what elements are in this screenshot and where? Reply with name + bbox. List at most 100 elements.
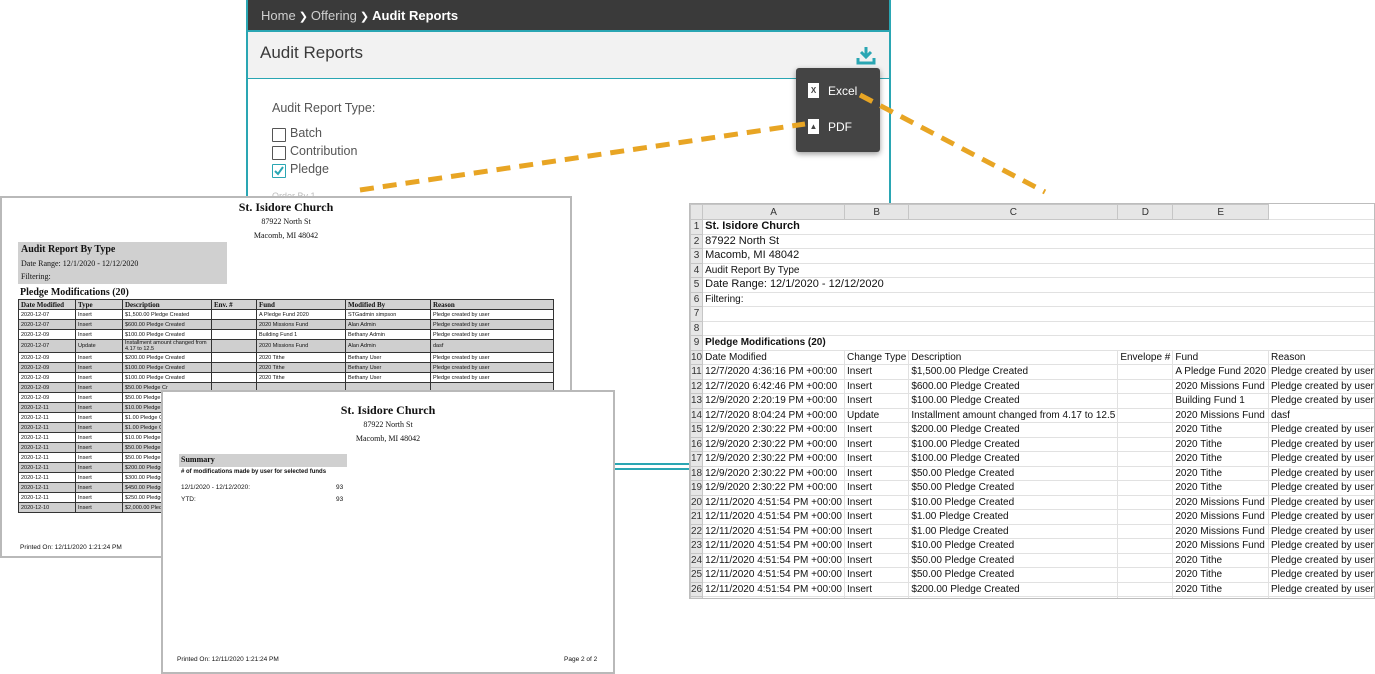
sheet-cell[interactable]: 12/7/2020 4:36:16 PM +00:00: [702, 364, 845, 380]
sheet-cell[interactable]: Pledge created by user: [1268, 538, 1374, 554]
sheet-cell[interactable]: Pledge created by user: [1268, 364, 1374, 380]
sheet-cell[interactable]: 12/7/2020 8:04:24 PM +00:00: [702, 407, 845, 423]
column-header[interactable]: D: [1117, 204, 1174, 220]
sheet-cell[interactable]: [1117, 596, 1174, 598]
sheet-cell[interactable]: Fund: [1172, 349, 1270, 365]
sheet-cell[interactable]: Insert: [843, 596, 910, 598]
sheet-cell[interactable]: $10.00 Pledge Created: [908, 494, 1119, 510]
sheet-cell[interactable]: 12/11/2020 4:51:54 PM +00:00: [702, 494, 845, 510]
sheet-cell[interactable]: Pledge created by user: [1268, 436, 1374, 452]
row-number[interactable]: 22: [690, 523, 704, 539]
sheet-cell[interactable]: $1,500.00 Pledge Created: [908, 364, 1119, 380]
sheet-cell[interactable]: [1117, 422, 1174, 438]
sheet-cell[interactable]: Date Range: 12/1/2020 - 12/12/2020: [702, 277, 1374, 293]
sheet-cell[interactable]: [1117, 393, 1174, 409]
sheet-cell[interactable]: Insert: [843, 393, 910, 409]
row-number[interactable]: 27: [690, 596, 704, 598]
sheet-cell[interactable]: $50.00 Pledge Created: [908, 552, 1119, 568]
sheet-cell[interactable]: 2020 Missions Fund: [1172, 596, 1270, 598]
row-number[interactable]: 15: [690, 422, 704, 438]
sheet-cell[interactable]: 12/7/2020 6:42:46 PM +00:00: [702, 378, 845, 394]
sheet-cell[interactable]: Pledge created by user: [1268, 581, 1374, 597]
sheet-cell[interactable]: Audit Report By Type: [702, 262, 1374, 278]
sheet-cell[interactable]: 2020 Tithe: [1172, 436, 1270, 452]
sheet-cell[interactable]: Pledge created by user: [1268, 378, 1374, 394]
row-number[interactable]: 17: [690, 451, 704, 467]
row-number[interactable]: 8: [690, 320, 704, 336]
sheet-cell[interactable]: $50.00 Pledge Created: [908, 567, 1119, 583]
sheet-cell[interactable]: Insert: [843, 364, 910, 380]
sheet-cell[interactable]: $100.00 Pledge Created: [908, 393, 1119, 409]
column-header[interactable]: E: [1172, 204, 1270, 220]
sheet-cell[interactable]: $300.00 Pledge Created: [908, 596, 1119, 598]
row-number[interactable]: 10: [690, 349, 704, 365]
sheet-cell[interactable]: [1117, 378, 1174, 394]
sheet-cell[interactable]: 12/9/2020 2:20:19 PM +00:00: [702, 393, 845, 409]
sheet-cell[interactable]: Insert: [843, 465, 910, 481]
sheet-cell[interactable]: Insert: [843, 436, 910, 452]
sheet-cell[interactable]: Insert: [843, 509, 910, 525]
sheet-cell[interactable]: [702, 306, 1374, 322]
sheet-cell[interactable]: [1117, 538, 1174, 554]
sheet-cell[interactable]: 12/11/2020 4:51:54 PM +00:00: [702, 552, 845, 568]
row-number[interactable]: 24: [690, 552, 704, 568]
sheet-cell[interactable]: 2020 Tithe: [1172, 465, 1270, 481]
sheet-cell[interactable]: $10.00 Pledge Created: [908, 538, 1119, 554]
sheet-cell[interactable]: Macomb, MI 48042: [702, 248, 1374, 264]
sheet-cell[interactable]: $200.00 Pledge Created: [908, 422, 1119, 438]
sheet-cell[interactable]: $50.00 Pledge Created: [908, 480, 1119, 496]
sheet-cell[interactable]: 2020 Missions Fund: [1172, 494, 1270, 510]
sheet-cell[interactable]: 2020 Missions Fund: [1172, 538, 1270, 554]
sheet-cell[interactable]: Envelope #: [1117, 349, 1174, 365]
sheet-cell[interactable]: [1117, 509, 1174, 525]
sheet-cell[interactable]: 12/9/2020 2:30:22 PM +00:00: [702, 422, 845, 438]
sheet-cell[interactable]: $100.00 Pledge Created: [908, 436, 1119, 452]
row-number[interactable]: 6: [690, 291, 704, 307]
row-number[interactable]: 26: [690, 581, 704, 597]
row-number[interactable]: 11: [690, 364, 704, 380]
sheet-cell[interactable]: [1117, 523, 1174, 539]
sheet-cell[interactable]: [1117, 567, 1174, 583]
contribution-checkbox[interactable]: [272, 146, 286, 160]
sheet-cell[interactable]: Pledge created by user: [1268, 509, 1374, 525]
sheet-cell[interactable]: [1117, 581, 1174, 597]
sheet-cell[interactable]: St. Isidore Church: [702, 219, 1374, 235]
sheet-cell[interactable]: Insert: [843, 523, 910, 539]
sheet-cell[interactable]: $1.00 Pledge Created: [908, 509, 1119, 525]
sheet-cell[interactable]: Insert: [843, 581, 910, 597]
row-number[interactable]: 14: [690, 407, 704, 423]
sheet-cell[interactable]: Reason: [1268, 349, 1374, 365]
row-number[interactable]: 19: [690, 480, 704, 496]
sheet-cell[interactable]: Insert: [843, 567, 910, 583]
sheet-cell[interactable]: Insert: [843, 480, 910, 496]
sheet-cell[interactable]: 2020 Missions Fund: [1172, 523, 1270, 539]
sheet-cell[interactable]: [1117, 480, 1174, 496]
sheet-cell[interactable]: 12/11/2020 4:51:54 PM +00:00: [702, 596, 845, 598]
sheet-cell[interactable]: 12/9/2020 2:30:22 PM +00:00: [702, 465, 845, 481]
sheet-cell[interactable]: Pledge created by user: [1268, 451, 1374, 467]
sheet-cell[interactable]: Filtering:: [702, 291, 1374, 307]
sheet-cell[interactable]: 2020 Tithe: [1172, 567, 1270, 583]
sheet-cell[interactable]: Installment amount changed from 4.17 to …: [908, 407, 1119, 423]
row-number[interactable]: 5: [690, 277, 704, 293]
row-number[interactable]: 1: [690, 219, 704, 235]
sheet-cell[interactable]: 2020 Tithe: [1172, 422, 1270, 438]
sheet-cell[interactable]: Building Fund 1: [1172, 393, 1270, 409]
row-number[interactable]: 16: [690, 436, 704, 452]
breadcrumb-home[interactable]: Home: [261, 8, 296, 23]
sheet-cell[interactable]: 12/11/2020 4:51:54 PM +00:00: [702, 567, 845, 583]
sheet-cell[interactable]: Insert: [843, 422, 910, 438]
row-number[interactable]: 18: [690, 465, 704, 481]
row-number[interactable]: 7: [690, 306, 704, 322]
row-number[interactable]: 25: [690, 567, 704, 583]
sheet-cell[interactable]: Pledge created by user: [1268, 393, 1374, 409]
sheet-cell[interactable]: [1117, 451, 1174, 467]
batch-checkbox[interactable]: [272, 128, 286, 142]
sheet-cell[interactable]: A Pledge Fund 2020: [1172, 364, 1270, 380]
sheet-cell[interactable]: 2020 Missions Fund: [1172, 407, 1270, 423]
row-number[interactable]: 4: [690, 262, 704, 278]
sheet-cell[interactable]: Insert: [843, 538, 910, 554]
sheet-cell[interactable]: Pledge created by user: [1268, 465, 1374, 481]
sheet-cell[interactable]: Description: [908, 349, 1119, 365]
sheet-cell[interactable]: Pledge created by user: [1268, 567, 1374, 583]
